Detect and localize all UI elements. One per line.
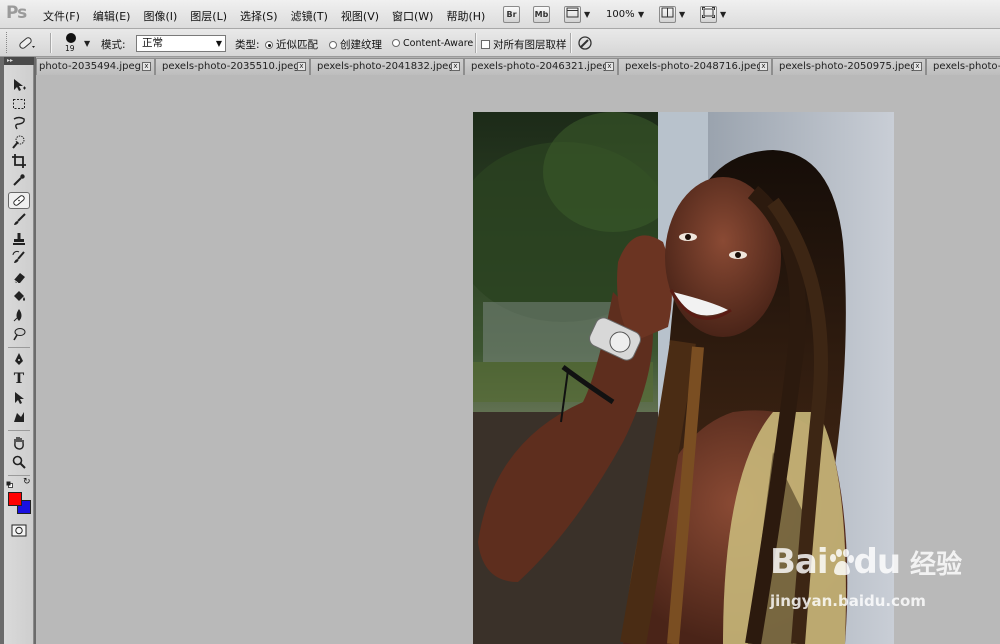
type-label: 类型:: [235, 39, 260, 51]
bridge-button[interactable]: Br: [503, 6, 520, 23]
zoom-tool-icon[interactable]: [10, 454, 28, 471]
tab-document-2[interactable]: pexels-photo-2035510.jpeg x: [155, 58, 310, 75]
menu-view[interactable]: 视图(V): [341, 8, 379, 24]
menu-help[interactable]: 帮助(H): [446, 8, 485, 24]
menu-edit[interactable]: 编辑(E): [93, 8, 131, 24]
close-icon[interactable]: x: [142, 62, 151, 71]
document-canvas[interactable]: [36, 75, 1000, 644]
mode-select[interactable]: 正常 ▼: [136, 35, 226, 52]
foreground-color-swatch[interactable]: [8, 492, 22, 506]
options-grip[interactable]: [6, 32, 11, 53]
menu-layer[interactable]: 图层(L): [190, 8, 227, 24]
tab-document-3[interactable]: pexels-photo-2041832.jpeg x: [310, 58, 464, 75]
brush-size-value: 19: [65, 44, 75, 53]
extras-icon[interactable]: [564, 6, 581, 23]
arrange-documents-icon[interactable]: [659, 6, 676, 23]
close-icon[interactable]: x: [451, 62, 460, 71]
radio-content-aware[interactable]: [392, 39, 400, 47]
type-tool-icon[interactable]: T: [10, 371, 28, 388]
pressure-size-icon[interactable]: [577, 35, 593, 51]
type-create-texture[interactable]: 创建纹理: [329, 37, 382, 52]
tab-document-1[interactable]: photo-2035494.jpeg x: [36, 58, 155, 75]
eraser-tool-icon[interactable]: [10, 269, 28, 286]
menu-window[interactable]: 窗口(W): [392, 8, 433, 24]
type-proximity-match[interactable]: 近似匹配: [265, 37, 318, 52]
crop-tool-icon[interactable]: [10, 153, 28, 170]
swap-colors-icon[interactable]: ↻: [23, 478, 32, 487]
radio-create-texture[interactable]: [329, 41, 337, 49]
lasso-tool-icon[interactable]: [10, 115, 28, 132]
spot-healing-preset-icon: [19, 37, 35, 49]
document-photo[interactable]: [473, 112, 894, 644]
menu-list: 文件(F) 编辑(E) 图像(I) 图层(L) 选择(S) 滤镜(T) 视图(V…: [43, 8, 498, 24]
brush-tool-icon[interactable]: [10, 212, 28, 229]
photoshop-logo: Ps: [6, 3, 27, 23]
tab-document-6[interactable]: pexels-photo-2050975.jpeg x: [772, 58, 926, 75]
tab-document-4[interactable]: pexels-photo-2046321.jpeg x: [464, 58, 618, 75]
tab-document-5[interactable]: pexels-photo-2048716.jpeg x: [618, 58, 772, 75]
quick-selection-tool-icon[interactable]: [10, 134, 28, 151]
close-icon[interactable]: x: [605, 62, 614, 71]
tab-document-7[interactable]: pexels-photo-2: [926, 58, 1000, 75]
close-icon[interactable]: x: [913, 62, 922, 71]
pen-tool-icon[interactable]: [10, 352, 28, 369]
shape-tool-icon[interactable]: [10, 409, 28, 426]
toolbox-grip[interactable]: ▸▸: [4, 57, 34, 65]
spot-healing-brush-tool-icon[interactable]: [8, 192, 30, 209]
tool-preset-picker[interactable]: [16, 34, 38, 52]
history-brush-tool-icon[interactable]: [10, 250, 28, 267]
brush-dropdown-icon[interactable]: ▼: [84, 39, 90, 48]
close-icon[interactable]: x: [759, 62, 768, 71]
dodge-tool-icon[interactable]: [10, 326, 28, 343]
menu-bar: Ps 文件(F) 编辑(E) 图像(I) 图层(L) 选择(S) 滤镜(T) 视…: [0, 0, 1000, 29]
mini-bridge-button[interactable]: Mb: [533, 6, 550, 23]
sample-all-layers-checkbox[interactable]: [481, 40, 490, 49]
hand-tool-icon[interactable]: [10, 435, 28, 452]
screen-mode-dropdown-icon[interactable]: ▼: [720, 10, 726, 19]
photo-image: [473, 112, 894, 644]
menu-select[interactable]: 选择(S): [240, 8, 278, 24]
extras-dropdown-icon[interactable]: ▼: [584, 10, 590, 19]
close-icon[interactable]: x: [297, 62, 306, 71]
eyedropper-tool-icon[interactable]: [10, 172, 28, 189]
arrange-dropdown-icon[interactable]: ▼: [679, 10, 685, 19]
toolbox: ▸▸ T ↻: [4, 57, 34, 644]
zoom-level[interactable]: 100%: [606, 9, 635, 20]
path-selection-tool-icon[interactable]: [10, 390, 28, 407]
menu-image[interactable]: 图像(I): [143, 8, 177, 24]
zoom-dropdown-icon[interactable]: ▼: [638, 10, 644, 19]
menu-filter[interactable]: 滤镜(T): [291, 8, 328, 24]
brush-picker[interactable]: 19: [62, 33, 82, 55]
move-tool-icon[interactable]: [10, 77, 28, 94]
sample-all-layers[interactable]: 对所有图层取样: [481, 37, 567, 52]
type-content-aware[interactable]: Content-Aware: [392, 37, 473, 49]
mode-dropdown-icon: ▼: [215, 39, 222, 48]
clone-stamp-tool-icon[interactable]: [10, 231, 28, 248]
paint-bucket-tool-icon[interactable]: [10, 288, 28, 305]
default-colors-icon[interactable]: [6, 478, 13, 488]
quick-mask-icon[interactable]: [11, 524, 27, 537]
radio-proximity-match[interactable]: [265, 41, 273, 49]
marquee-tool-icon[interactable]: [10, 96, 28, 113]
document-tabs: photo-2035494.jpeg x pexels-photo-2035510…: [36, 57, 1000, 75]
menu-file[interactable]: 文件(F): [43, 8, 80, 24]
screen-mode-icon[interactable]: [700, 6, 717, 23]
blur-tool-icon[interactable]: [10, 307, 28, 324]
brush-tip-icon: [66, 33, 76, 43]
mode-label: 模式:: [101, 39, 126, 51]
